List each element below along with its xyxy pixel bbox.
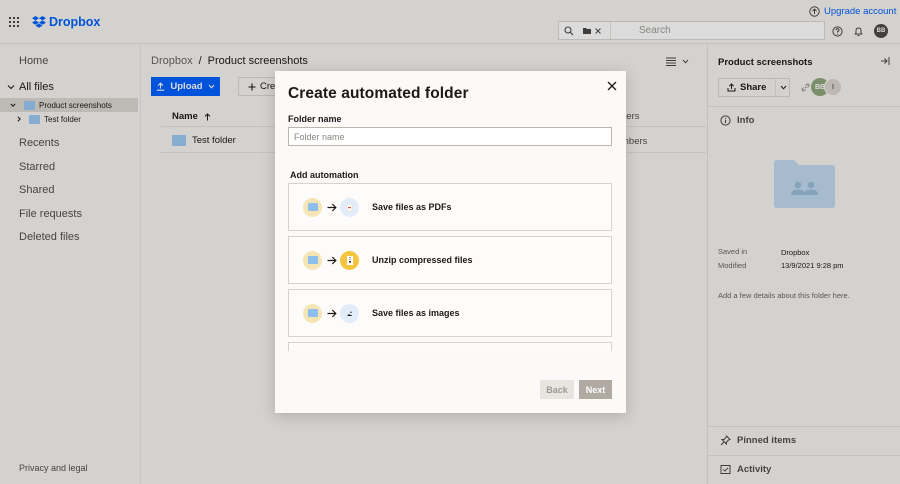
- next-button[interactable]: Next: [579, 380, 612, 399]
- folder-name-label: Folder name: [288, 114, 342, 124]
- option-label: Save files as PDFs: [372, 202, 452, 212]
- pdf-badge: [340, 197, 359, 217]
- folder-icon: [307, 256, 318, 264]
- folder-badge: [303, 197, 322, 217]
- automation-option-more[interactable]: [288, 342, 612, 351]
- folder-badge: [303, 303, 322, 323]
- zip-icon: [346, 255, 353, 265]
- automation-option-pdf[interactable]: Save files as PDFs: [288, 183, 612, 231]
- pdf-icon: [346, 203, 353, 211]
- image-badge: [340, 303, 359, 323]
- back-button[interactable]: Back: [540, 380, 574, 399]
- folder-badge: [303, 250, 322, 270]
- option-label: Save files as images: [372, 308, 460, 318]
- dialog-footer: Back Next: [275, 362, 626, 413]
- create-automated-folder-dialog: Create automated folder Folder name Add …: [275, 71, 626, 413]
- image-icon: [347, 311, 352, 316]
- folder-name-input[interactable]: [288, 127, 612, 146]
- close-icon: [607, 81, 617, 91]
- arrow-right-icon: [326, 309, 338, 318]
- dialog-title: Create automated folder: [288, 85, 469, 102]
- add-automation-label: Add automation: [290, 170, 359, 180]
- automation-option-unzip[interactable]: Unzip compressed files: [288, 236, 612, 284]
- arrow-right-icon: [326, 203, 338, 212]
- automation-option-images[interactable]: Save files as images: [288, 289, 612, 337]
- folder-icon: [307, 203, 318, 211]
- close-dialog-button[interactable]: [606, 80, 618, 92]
- folder-icon: [307, 309, 318, 317]
- option-label: Unzip compressed files: [372, 255, 473, 265]
- zip-badge: [340, 250, 359, 270]
- arrow-right-icon: [326, 256, 338, 265]
- automation-options-list[interactable]: Save files as PDFs Unzip compressed file…: [288, 183, 612, 351]
